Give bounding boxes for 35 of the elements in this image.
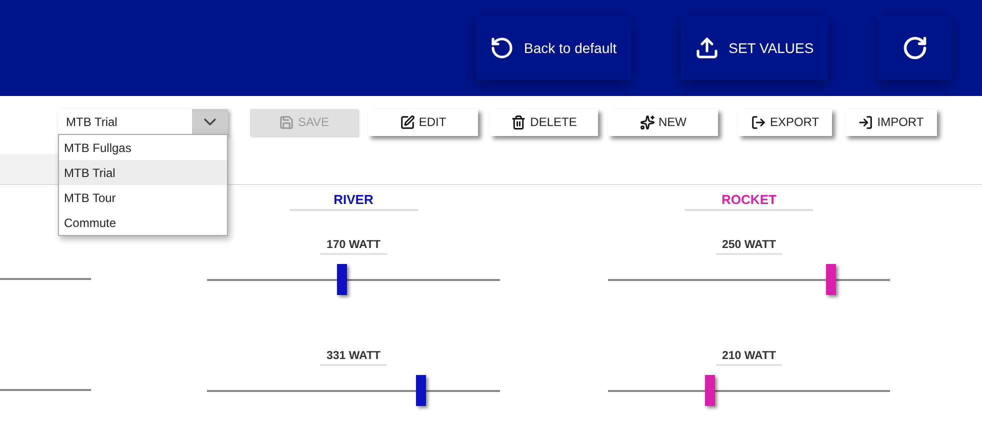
export-button[interactable]: EXPORT (738, 108, 832, 136)
column-title: ROCKET (722, 192, 776, 209)
slider-thumb[interactable] (826, 264, 836, 295)
reset-button[interactable]: Back to default (476, 15, 631, 80)
slider[interactable] (608, 264, 890, 295)
counterclockwise-arrow-icon (490, 36, 514, 60)
upload-button[interactable]: SET VALUES (680, 15, 828, 80)
watt-reading: 331 WATT (320, 350, 387, 366)
refresh-icon (902, 34, 928, 60)
edit-button[interactable]: EDIT (368, 108, 478, 136)
slider[interactable] (608, 375, 890, 406)
slider-thumb[interactable] (336, 264, 347, 295)
slider[interactable] (207, 264, 500, 295)
pen-square-icon (400, 114, 415, 130)
dropdown-option[interactable]: MTB Trial (59, 160, 227, 185)
slider-thumb[interactable] (704, 375, 715, 406)
column-title: RIVER (334, 192, 374, 209)
sparkles-icon (640, 114, 654, 130)
import-button[interactable]: IMPORT (845, 108, 937, 136)
delete-button[interactable]: DELETE (490, 108, 598, 136)
new-button[interactable]: NEW (608, 108, 718, 136)
watt-reading: 170 WATT (320, 239, 387, 255)
dropdown-option[interactable]: MTB Tour (59, 185, 227, 210)
refresh-button[interactable] (878, 15, 952, 80)
dropdown-option[interactable]: MTB Fullgas (59, 135, 227, 160)
watt-reading: 210 WATT (716, 350, 782, 366)
trash-icon (511, 114, 526, 130)
slider-thumb[interactable] (416, 375, 426, 406)
enter-arrow-icon (858, 114, 874, 130)
slider[interactable] (207, 375, 500, 406)
dropdown-option[interactable]: Commute (59, 210, 227, 235)
dropdown-button[interactable] (192, 108, 228, 136)
watt-reading: 250 WATT (716, 239, 782, 255)
profile-select[interactable]: MTB Trial (58, 108, 228, 136)
upload-icon (694, 36, 719, 60)
